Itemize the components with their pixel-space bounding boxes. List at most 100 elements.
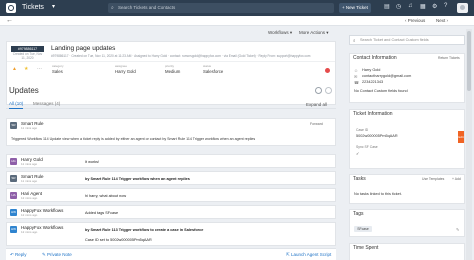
previous-ticket-link[interactable]: ‹ Previous xyxy=(405,18,425,23)
case-id-label: Case ID xyxy=(356,128,369,132)
chat-icon[interactable]: ▤ xyxy=(384,3,390,10)
scrollbar[interactable] xyxy=(466,29,472,260)
tab-messages[interactable]: Messages (4) xyxy=(33,101,60,106)
sync-case-value: ✓ xyxy=(356,152,360,156)
contact-info-heading: Contact Information xyxy=(353,55,397,61)
launch-agent-script-button[interactable]: ⇱ Launch Agent Script xyxy=(286,252,331,258)
filter-icon[interactable] xyxy=(315,87,322,94)
search-icon: ⌕ xyxy=(111,5,114,11)
help-icon[interactable]: ? xyxy=(444,3,447,9)
no-custom-fields-text: No Contact Custom fields found xyxy=(354,89,408,93)
bell-icon[interactable]: ♫ xyxy=(408,3,413,9)
ticket-main-panel: Workflows ▾ More Actions ▾ #979886117 Cr… xyxy=(6,29,336,260)
ticket-meta: #979886117 · Created on Tue, Nov 11, 202… xyxy=(51,54,311,58)
update-message: It works! xyxy=(85,160,100,164)
update-message: by Smart Rule 113 Trigger workflow to cr… xyxy=(85,228,204,232)
avatar: SR xyxy=(10,175,17,182)
contact-name[interactable]: Harry Gold xyxy=(362,68,380,72)
update-item[interactable]: HA Hari Agent 12 mins ago hi harry, what… xyxy=(6,188,336,202)
update-item[interactable]: SR Smart Rule 11 mins ago by Smart Rule … xyxy=(6,171,336,185)
update-time: 11 mins ago xyxy=(21,162,38,166)
update-time: 12 mins ago xyxy=(21,230,38,234)
avatar: HG xyxy=(10,158,17,165)
status-field[interactable]: status Salesforce xyxy=(203,64,223,74)
contact-email[interactable]: contactharrygold@gmail.com xyxy=(362,74,411,78)
back-arrow-icon[interactable]: ← xyxy=(6,17,13,24)
update-time: 11 mins ago xyxy=(21,179,38,183)
update-time: 12 mins ago xyxy=(21,213,38,217)
global-search-input[interactable]: ⌕ Search Tickets and Contacts xyxy=(108,3,334,13)
happyfox-logo-icon[interactable] xyxy=(6,3,16,13)
update-message: hi harry, what about now xyxy=(85,194,127,198)
star-icon[interactable]: ★ xyxy=(24,66,28,72)
reply-bar: ↶ Reply ✎ Private Note ⇱ Launch Agent Sc… xyxy=(6,248,336,260)
next-ticket-link[interactable]: Next › xyxy=(436,18,448,23)
time-spent-heading: Time Spent xyxy=(353,245,379,251)
new-ticket-button[interactable]: + New Ticket xyxy=(339,3,371,13)
update-message: Added tags SFcase xyxy=(85,211,119,215)
expand-all-button[interactable]: Expand all xyxy=(306,102,327,107)
more-actions-dropdown[interactable]: More Actions ▾ xyxy=(299,30,329,36)
use-templates-link[interactable]: Use Templates xyxy=(422,177,444,181)
sync-case-label: Sync SF Case xyxy=(356,145,378,149)
tags-panel: Tags SFcase ✎ xyxy=(349,209,465,237)
update-item[interactable]: HW HappyFox Workflows 12 mins ago by Sma… xyxy=(6,222,336,246)
email-icon: ✉ xyxy=(354,74,358,79)
ticket-header: #979886117 Created on Tue, Nov 11, 2020 … xyxy=(6,41,336,105)
updates-heading: Updates xyxy=(9,86,39,95)
reply-button[interactable]: ↶ Reply xyxy=(10,252,27,258)
grid-icon[interactable]: ▦ xyxy=(420,3,426,10)
sub-bar: ← ‹ Previous Next › xyxy=(0,16,474,26)
add-task-button[interactable]: + Add xyxy=(452,177,461,181)
edit-side-tab[interactable]: Edit xyxy=(458,131,464,143)
active-tab-indicator xyxy=(9,108,23,109)
private-note-button[interactable]: ✎ Private Note xyxy=(42,252,72,258)
avatar: HW xyxy=(10,226,17,233)
module-title[interactable]: Tickets xyxy=(22,4,44,11)
contact-info-panel: Contact Information Return Tickets ☺ Har… xyxy=(349,53,465,103)
chevron-down-icon[interactable]: ▾ xyxy=(52,3,55,10)
avatar: SR xyxy=(10,122,17,129)
created-date: Created on Tue, Nov 11, 2020 xyxy=(12,52,43,60)
avatar: HW xyxy=(10,209,17,216)
flag-icon[interactable]: ▲ xyxy=(12,66,17,72)
tag-chip[interactable]: SFcase xyxy=(354,226,372,232)
priority-field[interactable]: priority Medium xyxy=(165,64,180,74)
user-avatar[interactable] xyxy=(457,3,468,13)
case-id-value: 5002w000005Pm5qAAR xyxy=(356,134,398,138)
time-spent-panel: Time Spent xyxy=(349,243,465,260)
tasks-heading: Tasks xyxy=(353,176,366,182)
ticket-info-heading: Ticket Information xyxy=(353,111,393,117)
update-item[interactable]: HG Harry Gold 11 mins ago It works! xyxy=(6,154,336,168)
update-body: Triggered Workflow 114 Update view when … xyxy=(11,137,256,141)
return-tickets-link[interactable]: Return Tickets xyxy=(438,56,460,60)
clock-icon[interactable]: ◷ xyxy=(396,3,401,10)
search-placeholder: Search Tickets and Contacts xyxy=(118,5,176,10)
ticket-info-panel: Ticket Information Case ID 5002w000005Pm… xyxy=(349,109,465,169)
update-time: 11 mins ago xyxy=(21,126,38,130)
gear-icon[interactable]: ⚙ xyxy=(432,3,437,10)
top-bar: Tickets ▾ ⌕ Search Tickets and Contacts … xyxy=(0,0,474,16)
tab-all[interactable]: All (10) xyxy=(9,101,23,106)
custom-field-search-input[interactable]: ⌕ Search Ticket and Contact Custom field… xyxy=(349,35,465,45)
workflows-dropdown[interactable]: Workflows ▾ xyxy=(268,30,292,36)
avatar: HA xyxy=(10,192,17,199)
update-item[interactable]: SR Smart Rule 11 mins ago Forward Trigge… xyxy=(6,118,336,146)
update-time: 12 mins ago xyxy=(21,196,38,200)
more-options-icon[interactable]: ⋯ xyxy=(37,66,42,72)
scrollbar-thumb[interactable] xyxy=(467,31,471,91)
tasks-panel: Tasks Use Templates + Add No tasks linke… xyxy=(349,174,465,204)
ticket-title[interactable]: Landing page updates xyxy=(51,45,115,52)
edit-icon[interactable]: ✎ xyxy=(456,227,459,232)
assignee-field[interactable]: assignee Harry Gold xyxy=(115,64,136,74)
contact-phone[interactable]: 2234221343 xyxy=(362,80,383,84)
update-message: by Smart Rule 114 Trigger workflow when … xyxy=(85,177,190,181)
no-tasks-text: No tasks linked to this ticket. xyxy=(354,192,402,196)
settings-circle-icon[interactable] xyxy=(325,87,332,94)
category-field[interactable]: category Sales xyxy=(52,64,64,74)
phone-icon: ☎ xyxy=(354,80,359,85)
update-item[interactable]: HW HappyFox Workflows 12 mins ago Added … xyxy=(6,205,336,219)
forward-button[interactable]: Forward xyxy=(310,122,323,126)
ticket-field-row: ▲ ★ ⋯ category Sales assignee Harry Gold… xyxy=(7,61,335,74)
search-icon: ⌕ xyxy=(353,38,356,43)
